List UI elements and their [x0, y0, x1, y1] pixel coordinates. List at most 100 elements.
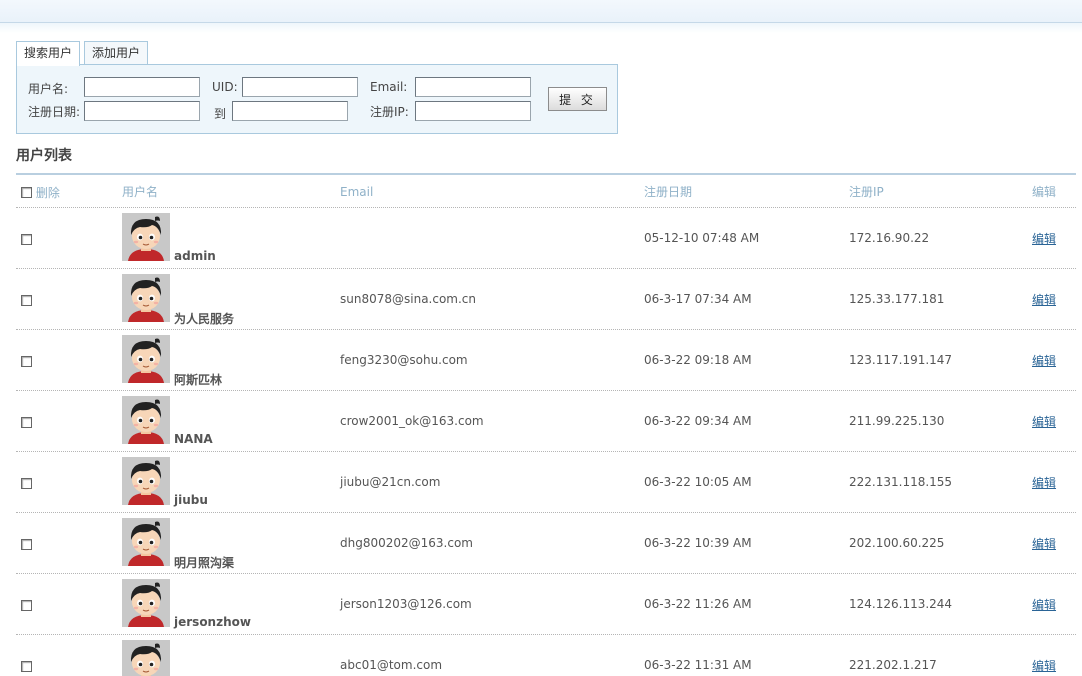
row-checkbox[interactable] — [21, 234, 32, 245]
row-username: admin — [174, 249, 216, 263]
table-row: abc01@tom.com 06-3-22 11:31 AM 221.202.1… — [16, 635, 1076, 676]
avatar — [122, 518, 170, 566]
row-checkbox[interactable] — [21, 600, 32, 611]
row-regdate: 06-3-17 07:34 AM — [644, 292, 752, 306]
row-edit-link[interactable]: 编辑 — [1032, 657, 1056, 674]
row-username: 明月照沟渠 — [174, 556, 235, 570]
regdate-label: 注册日期: — [28, 105, 81, 119]
uid-label: UID: — [212, 80, 238, 94]
avatar — [122, 640, 170, 676]
regdate-from-input[interactable] — [84, 101, 200, 121]
table-row: jersonzhow jerson1203@126.com 06-3-22 11… — [16, 574, 1076, 635]
row-checkbox-cell — [21, 293, 32, 307]
select-all-cell: 删除 — [21, 184, 60, 201]
row-edit-link[interactable]: 编辑 — [1032, 474, 1056, 491]
row-checkbox-cell — [21, 232, 32, 246]
row-checkbox-cell — [21, 415, 32, 429]
row-regdate: 06-3-22 11:26 AM — [644, 597, 752, 611]
avatar-icon — [122, 579, 170, 627]
row-checkbox-cell — [21, 598, 32, 612]
row-regdate: 06-3-22 10:39 AM — [644, 536, 752, 550]
table-header: 删除 用户名 Email 注册日期 注册IP 编辑 — [16, 175, 1076, 208]
avatar-icon — [122, 396, 170, 444]
submit-button[interactable]: 提 交 — [548, 87, 607, 111]
row-checkbox-cell — [21, 476, 32, 490]
row-regip: 124.126.113.244 — [849, 597, 953, 611]
row-checkbox[interactable] — [21, 539, 32, 550]
row-email: jiubu@21cn.com — [340, 475, 441, 489]
avatar — [122, 213, 170, 261]
uid-input[interactable] — [242, 77, 358, 97]
row-regip: 221.202.1.217 — [849, 658, 937, 672]
delete-header: 删除 — [35, 186, 60, 200]
table-row: 明月照沟渠 dhg800202@163.com 06-3-22 10:39 AM… — [16, 513, 1076, 574]
username-input[interactable] — [84, 77, 200, 97]
row-edit-link[interactable]: 编辑 — [1032, 596, 1056, 613]
regdate-to-input[interactable] — [232, 101, 348, 121]
top-banner-shadow — [0, 23, 1082, 33]
row-email: feng3230@sohu.com — [340, 353, 468, 367]
row-checkbox[interactable] — [21, 661, 32, 672]
row-checkbox[interactable] — [21, 478, 32, 489]
avatar — [122, 579, 170, 627]
avatar-icon — [122, 213, 170, 261]
row-edit-link[interactable]: 编辑 — [1032, 230, 1056, 247]
row-regdate: 06-3-22 11:31 AM — [644, 658, 752, 672]
edit-header: 编辑 — [1032, 185, 1057, 199]
email-input[interactable] — [415, 77, 531, 97]
row-username: jersonzhow — [174, 615, 251, 629]
row-regip: 172.16.90.22 — [849, 231, 930, 245]
avatar-icon — [122, 518, 170, 566]
tab-search-users[interactable]: 搜索用户 — [16, 41, 81, 66]
row-regip: 123.117.191.147 — [849, 353, 953, 367]
regdate-header: 注册日期 — [644, 185, 693, 199]
row-regip: 222.131.118.155 — [849, 475, 953, 489]
row-checkbox[interactable] — [21, 295, 32, 306]
avatar-icon — [122, 274, 170, 322]
row-username: 为人民服务 — [174, 312, 235, 326]
avatar-icon — [122, 640, 170, 676]
row-email: jerson1203@126.com — [340, 597, 472, 611]
username-label: 用户名: — [28, 82, 69, 96]
regip-input[interactable] — [415, 101, 531, 121]
row-edit-link[interactable]: 编辑 — [1032, 291, 1056, 308]
row-email: abc01@tom.com — [340, 658, 443, 672]
row-regdate: 06-3-22 09:34 AM — [644, 414, 752, 428]
user-table-body: admin 05-12-10 07:48 AM 172.16.90.22 编辑 … — [16, 208, 1076, 676]
row-email: sun8078@sina.com.cn — [340, 292, 477, 306]
avatar — [122, 274, 170, 322]
row-checkbox-cell — [21, 354, 32, 368]
avatar — [122, 335, 170, 383]
top-banner — [0, 0, 1082, 23]
select-all-checkbox[interactable] — [21, 187, 32, 198]
table-row: admin 05-12-10 07:48 AM 172.16.90.22 编辑 — [16, 208, 1076, 269]
tab-bar: 搜索用户 添加用户 — [16, 41, 152, 66]
row-checkbox[interactable] — [21, 417, 32, 428]
row-regip: 211.99.225.130 — [849, 414, 945, 428]
row-regip: 125.33.177.181 — [849, 292, 945, 306]
regip-label: 注册IP: — [370, 105, 409, 119]
row-email: crow2001_ok@163.com — [340, 414, 484, 428]
row-checkbox-cell — [21, 537, 32, 551]
row-regdate: 05-12-10 07:48 AM — [644, 231, 760, 245]
table-row: 为人民服务 sun8078@sina.com.cn 06-3-17 07:34 … — [16, 269, 1076, 330]
row-email: dhg800202@163.com — [340, 536, 473, 550]
avatar-icon — [122, 335, 170, 383]
username-header: 用户名 — [122, 185, 159, 199]
email-header: Email — [340, 185, 374, 199]
row-edit-link[interactable]: 编辑 — [1032, 413, 1056, 430]
avatar-icon — [122, 457, 170, 505]
user-list-title: 用户列表 — [16, 148, 72, 164]
table-row: jiubu jiubu@21cn.com 06-3-22 10:05 AM 22… — [16, 452, 1076, 513]
avatar — [122, 457, 170, 505]
search-panel: 用户名: UID: Email: 注册日期: 到 注册IP: 提 交 — [16, 64, 618, 134]
email-label: Email: — [370, 80, 408, 94]
avatar — [122, 396, 170, 444]
row-checkbox[interactable] — [21, 356, 32, 367]
tab-add-user[interactable]: 添加用户 — [84, 41, 149, 65]
row-username: NANA — [174, 432, 213, 446]
row-regdate: 06-3-22 09:18 AM — [644, 353, 752, 367]
row-edit-link[interactable]: 编辑 — [1032, 535, 1056, 552]
row-username: jiubu — [174, 493, 208, 507]
row-edit-link[interactable]: 编辑 — [1032, 352, 1056, 369]
